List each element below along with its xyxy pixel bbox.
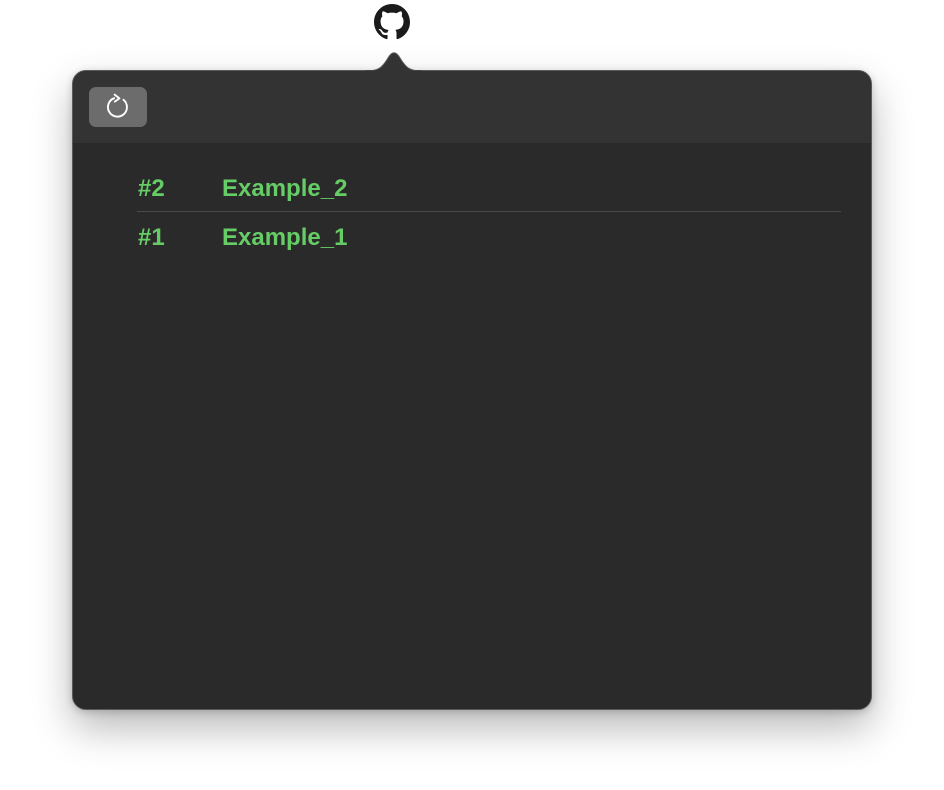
issue-title: Example_2 bbox=[222, 175, 348, 202]
popover-window: #2 Example_2 #1 Example_1 bbox=[72, 70, 872, 710]
issue-list: #2 Example_2 #1 Example_1 bbox=[137, 167, 841, 264]
refresh-icon bbox=[104, 93, 132, 121]
toolbar bbox=[73, 71, 871, 143]
issue-row[interactable]: #1 Example_1 bbox=[137, 211, 841, 264]
popover-arrow bbox=[366, 44, 422, 72]
issue-number: #1 bbox=[138, 224, 165, 251]
refresh-button[interactable] bbox=[89, 87, 147, 127]
github-icon[interactable] bbox=[374, 4, 410, 40]
issue-row[interactable]: #2 Example_2 bbox=[137, 167, 841, 211]
issue-title: Example_1 bbox=[222, 224, 348, 251]
stage: #2 Example_2 #1 Example_1 bbox=[0, 0, 944, 790]
issue-number: #2 bbox=[138, 175, 165, 202]
